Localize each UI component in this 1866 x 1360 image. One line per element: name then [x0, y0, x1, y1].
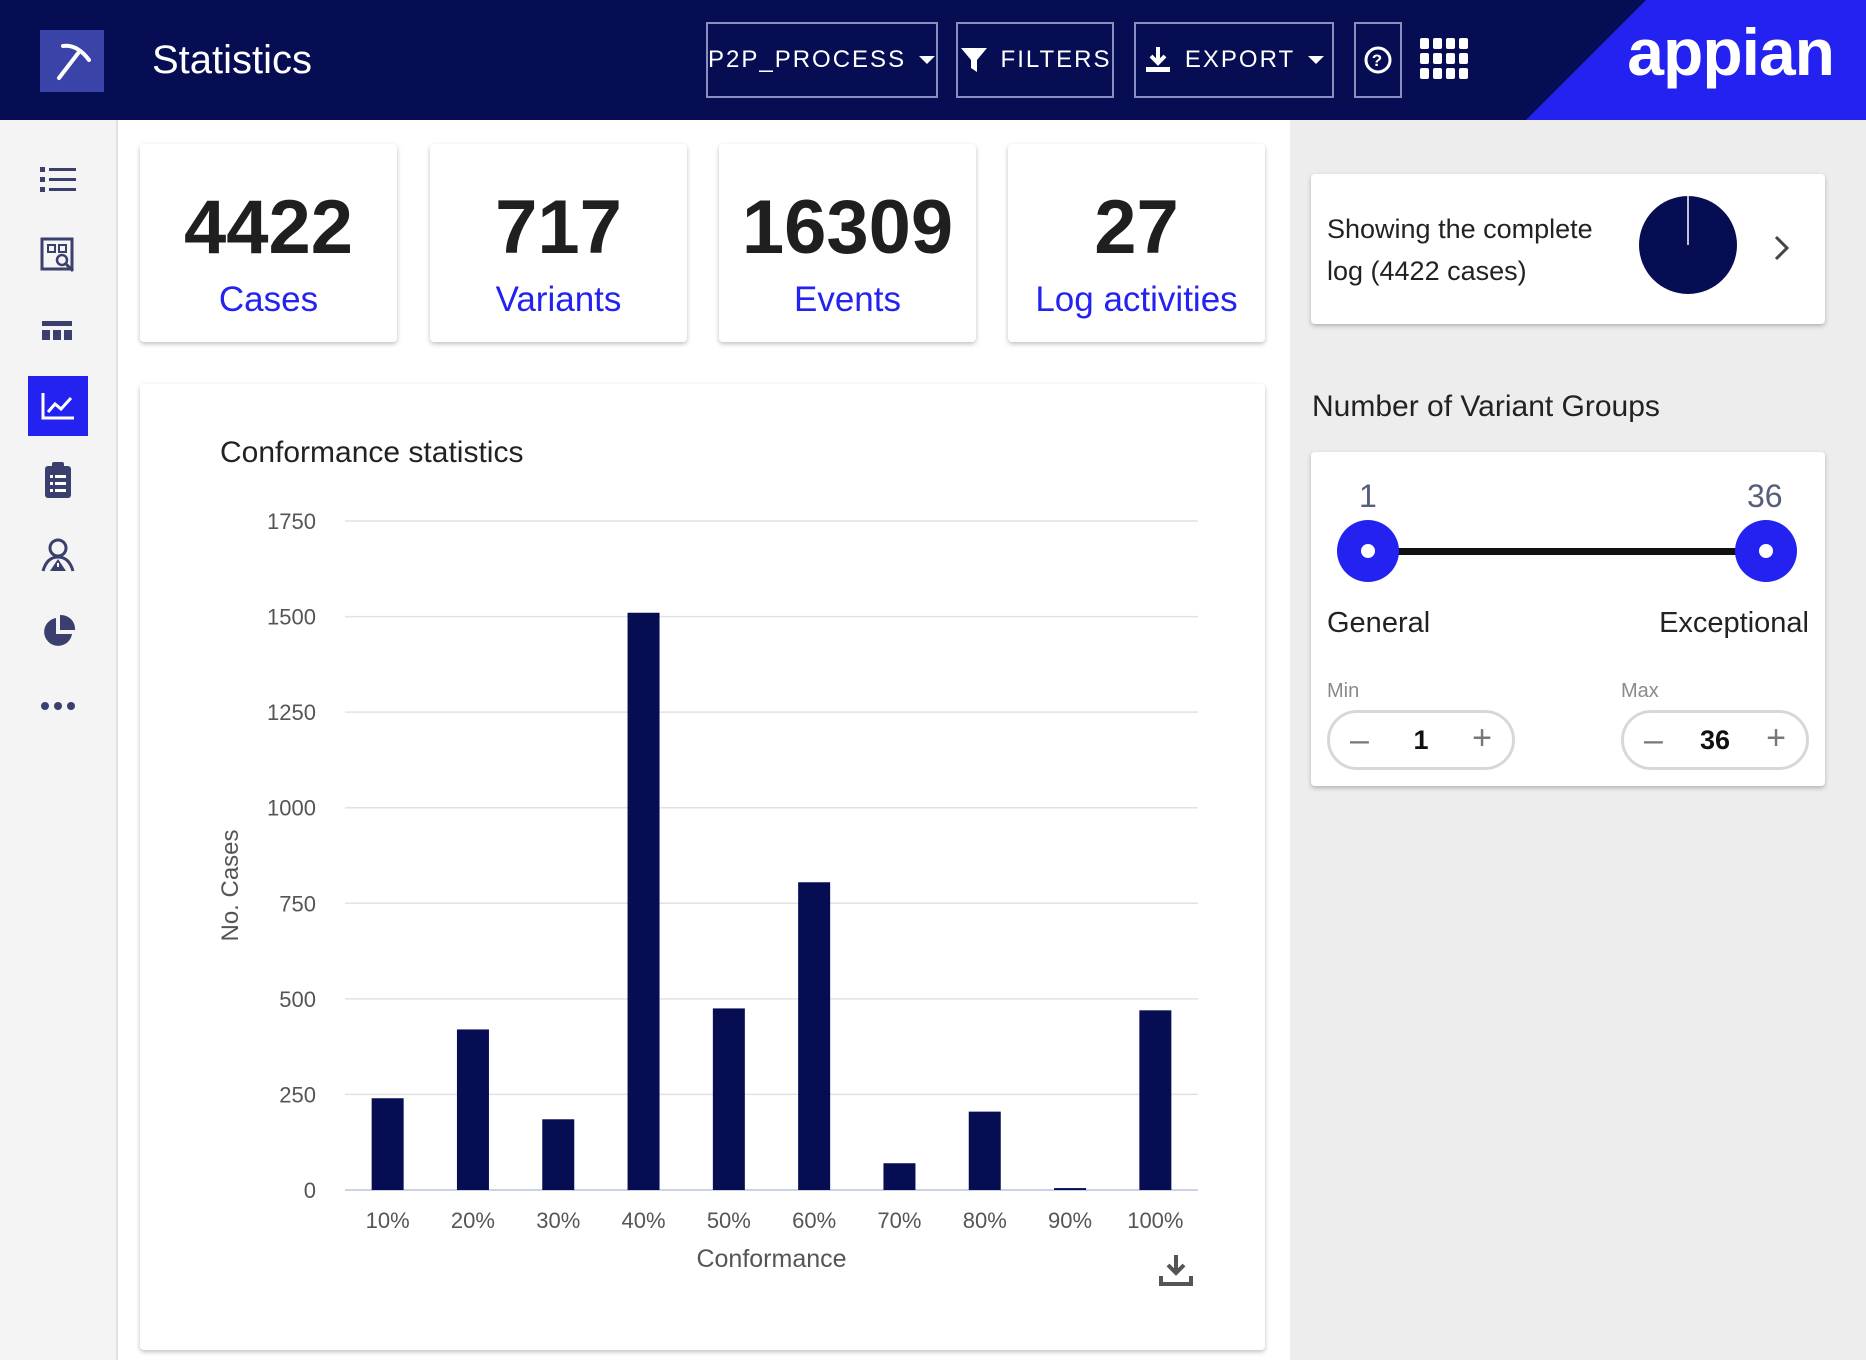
svg-text:?: ? [1372, 51, 1384, 70]
x-tick-label: 60% [792, 1208, 836, 1233]
y-tick-label: 1500 [267, 605, 316, 630]
variant-groups-card: 1 36 General Exceptional Min Max – 1 + –… [1311, 452, 1825, 786]
conformance-bar-chart: 0 250 500 750 1000 1250 1500 1750 10% 20% 30% 40% 50… [217, 509, 1198, 1273]
x-tick-label: 10% [366, 1208, 410, 1233]
x-tick-label: 90% [1048, 1208, 1092, 1233]
x-tick-label: 70% [877, 1208, 921, 1233]
min-label: Min [1327, 680, 1360, 702]
chart-bar [542, 1119, 575, 1190]
log-summary-card[interactable]: Showing the complete log (4422 cases) [1311, 174, 1825, 324]
chart-bar [627, 612, 660, 1190]
apps-grid-icon[interactable] [1420, 38, 1468, 82]
x-tick-label: 80% [963, 1208, 1007, 1233]
y-tick-label: 1000 [267, 796, 316, 821]
y-tick-label: 1750 [267, 509, 316, 534]
min-stepper[interactable]: – 1 + [1327, 710, 1515, 770]
slider-max-value: 36 [1747, 478, 1783, 514]
x-axis-title: Conformance [696, 1245, 846, 1273]
variant-groups-title: Number of Variant Groups [1312, 390, 1660, 423]
y-tick-label: 750 [279, 891, 316, 916]
chevron-right-icon[interactable] [1773, 234, 1791, 262]
slider-left-label: General [1327, 607, 1431, 639]
chart-bar [1139, 1010, 1172, 1190]
slider-min-handle[interactable] [1337, 520, 1399, 582]
x-tick-label: 20% [451, 1208, 495, 1233]
y-tick-label: 250 [279, 1082, 316, 1107]
log-summary-line-1: Showing the complete [1327, 214, 1593, 244]
chart-bar [1054, 1188, 1087, 1190]
x-tick-label: 100% [1127, 1208, 1183, 1233]
x-tick-label: 30% [536, 1208, 580, 1233]
help-button[interactable]: ? [1354, 22, 1402, 98]
download-chart-icon[interactable] [1158, 1252, 1194, 1288]
max-label: Max [1621, 680, 1659, 702]
y-tick-label: 0 [304, 1178, 316, 1203]
log-coverage-pie [1639, 196, 1737, 294]
chart-bar [968, 1111, 1001, 1190]
slider-right-label: Exceptional [1659, 607, 1809, 639]
chart-bar [456, 1029, 489, 1190]
slider-min-value: 1 [1359, 478, 1377, 514]
chart-bar [712, 1008, 745, 1190]
chart-bar [371, 1098, 404, 1190]
log-summary-line-2: log (4422 cases) [1327, 256, 1527, 286]
slider-track[interactable] [1367, 548, 1767, 555]
y-tick-label: 1250 [267, 700, 316, 725]
chart-bar [883, 1163, 916, 1190]
max-increment-button[interactable]: + [1766, 719, 1786, 758]
slider-max-handle[interactable] [1735, 520, 1797, 582]
y-axis-title: No. Cases [217, 829, 244, 941]
x-tick-label: 40% [622, 1208, 666, 1233]
min-increment-button[interactable]: + [1472, 719, 1492, 758]
appian-logo: appian [1627, 15, 1835, 89]
max-stepper[interactable]: – 36 + [1621, 710, 1809, 770]
y-tick-label: 500 [279, 987, 316, 1012]
help-icon: ? [1364, 46, 1392, 74]
chart-bar [798, 882, 831, 1190]
x-tick-label: 50% [707, 1208, 751, 1233]
caret-down-icon [1308, 56, 1325, 64]
